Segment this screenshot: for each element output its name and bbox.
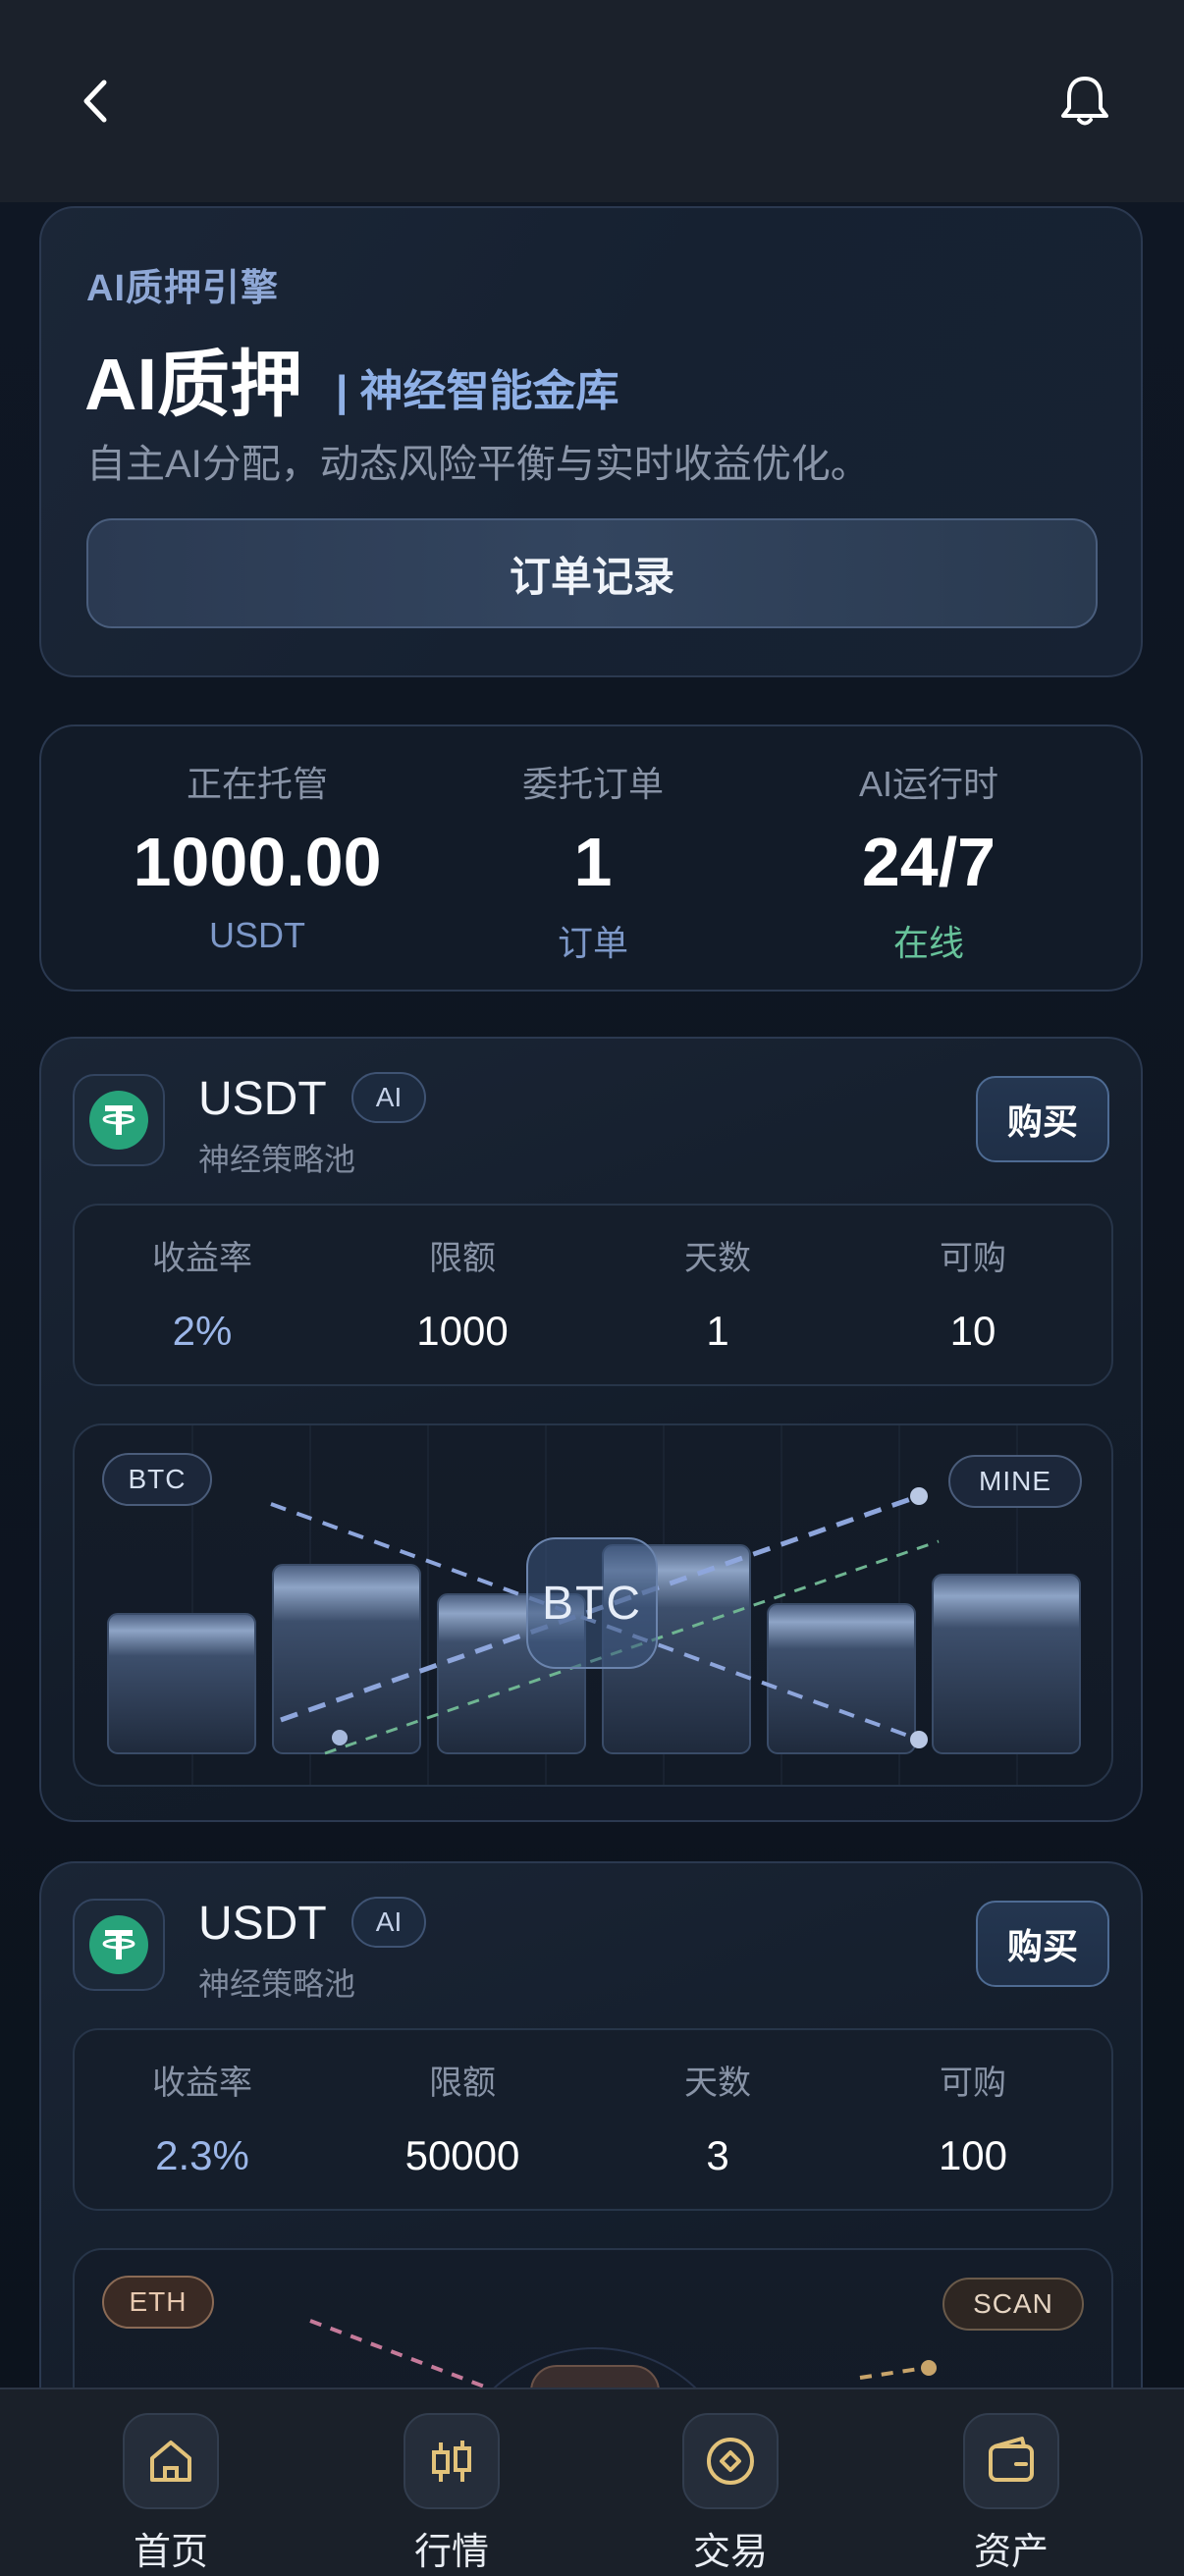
- product-subtitle: 神经策略池: [198, 1142, 356, 1177]
- stat-unit: USDT: [209, 915, 305, 955]
- product-metrics: 收益率 2% 限额 1000 天数 1 可购 10: [73, 1204, 1113, 1386]
- nav-label: 资产: [973, 2532, 1049, 2573]
- hero-subtitle: | 神经智能金库: [336, 367, 619, 415]
- nav-label: 交易: [692, 2532, 768, 2573]
- metric-value: 3: [706, 2132, 729, 2178]
- coin-tag-right: MINE: [948, 1455, 1082, 1508]
- ai-badge: AI: [351, 1897, 426, 1948]
- chevron-left-icon[interactable]: [77, 77, 116, 126]
- product-metrics: 收益率 2.3% 限额 50000 天数 3 可购 100: [73, 2028, 1113, 2211]
- coin-tag-right: SCAN: [942, 2278, 1084, 2331]
- strategy-visual: ETH SCAN: [73, 2248, 1113, 2388]
- metric-value: 10: [949, 1308, 996, 1354]
- stat-unit: 订单: [557, 923, 628, 963]
- wallet-icon: [963, 2413, 1059, 2509]
- stats-card: 正在托管 1000.00 USDT 委托订单 1 订单 AI运行时 24/7 在…: [39, 724, 1143, 992]
- nav-market[interactable]: 行情: [363, 2413, 540, 2575]
- nav-trade[interactable]: 交易: [642, 2413, 819, 2575]
- viz-bar: [932, 1574, 1081, 1754]
- hero-description: 自主AI分配，动态风险平衡与实时收益优化。: [86, 443, 870, 486]
- product-name: USDT: [198, 1073, 327, 1125]
- product-name: USDT: [198, 1898, 327, 1950]
- tether-coin-icon: [73, 1899, 165, 1991]
- tether-coin-icon: [73, 1074, 165, 1166]
- stat-label: AI运行时: [858, 764, 998, 804]
- stat-value: 1: [573, 824, 613, 900]
- ai-badge: AI: [351, 1072, 426, 1123]
- metric-label: 天数: [684, 1240, 751, 1277]
- home-icon: [123, 2413, 219, 2509]
- metric-label: 可购: [940, 1240, 1006, 1277]
- product-card: USDT AI 神经策略池 购买 收益率 2% 限额 1000 天数 1 可购 …: [39, 1037, 1143, 1822]
- metric-label: 限额: [429, 1240, 496, 1277]
- stat-unit-online: 在线: [892, 923, 964, 963]
- viz-point: [332, 1730, 348, 1745]
- stat-label: 委托订单: [521, 764, 664, 804]
- nav-label: 行情: [413, 2532, 489, 2573]
- metric-value: 2.3%: [155, 2132, 249, 2178]
- hero-title: AI质押: [84, 344, 302, 425]
- strategy-visual: BTC MINE BTC: [73, 1423, 1113, 1787]
- nav-assets[interactable]: 资产: [923, 2413, 1100, 2575]
- coin-tag-left: BTC: [102, 1453, 212, 1506]
- nav-home[interactable]: 首页: [82, 2413, 259, 2575]
- content-scroll[interactable]: AI质押引擎 AI质押 | 神经智能金库 自主AI分配，动态风险平衡与实时收益优…: [0, 202, 1184, 2388]
- metric-value: 50000: [404, 2132, 520, 2178]
- coin-tag-left: ETH: [102, 2276, 214, 2329]
- metric-value: 100: [938, 2132, 1008, 2178]
- viz-bar: [272, 1564, 421, 1754]
- viz-point: [910, 1487, 928, 1505]
- viz-bar: [107, 1613, 256, 1754]
- tether-icon: [102, 1105, 135, 1135]
- product-subtitle: 神经策略池: [198, 1966, 356, 2002]
- metric-label: 限额: [429, 2065, 496, 2102]
- nav-label: 首页: [133, 2532, 208, 2573]
- bottom-nav: 首页 行情 交易 资产: [0, 2388, 1184, 2576]
- hero-card: AI质押引擎 AI质押 | 神经智能金库 自主AI分配，动态风险平衡与实时收益优…: [39, 206, 1143, 677]
- stat-label: 正在托管: [186, 764, 328, 804]
- buy-button[interactable]: 购买: [976, 1076, 1109, 1162]
- metric-label: 收益率: [152, 1240, 252, 1277]
- metric-value: 1: [706, 1308, 729, 1354]
- hero-kicker: AI质押引擎: [86, 268, 280, 309]
- swap-diamond-icon: [682, 2413, 779, 2509]
- metric-label: 可购: [940, 2065, 1006, 2102]
- top-bar: [0, 0, 1184, 203]
- product-card: USDT AI 神经策略池 购买 收益率 2.3% 限额 50000 天数 3 …: [39, 1861, 1143, 2388]
- center-coin-badge: BTC: [526, 1537, 658, 1669]
- metric-value: 1000: [416, 1308, 509, 1354]
- metric-value: 2%: [172, 1308, 233, 1354]
- viz-point: [910, 1731, 928, 1748]
- bell-icon[interactable]: [1058, 73, 1111, 128]
- order-records-button[interactable]: 订单记录: [86, 518, 1098, 628]
- stat-value: 1000.00: [133, 824, 382, 900]
- metric-label: 收益率: [152, 2065, 252, 2102]
- buy-button[interactable]: 购买: [976, 1901, 1109, 1987]
- candlestick-icon: [404, 2413, 500, 2509]
- tether-icon: [102, 1930, 135, 1959]
- stat-value: 24/7: [861, 824, 996, 900]
- metric-label: 天数: [684, 2065, 751, 2102]
